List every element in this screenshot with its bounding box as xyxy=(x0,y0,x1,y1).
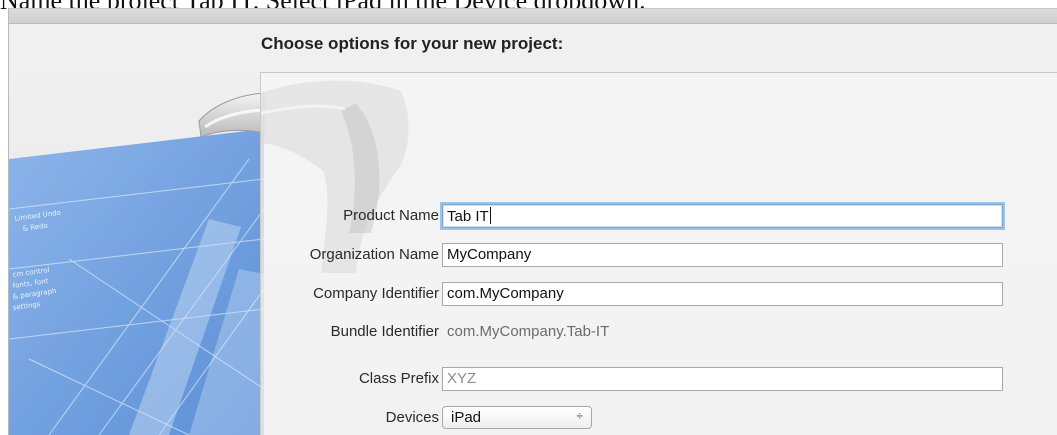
company-identifier-label: Company Identifier xyxy=(313,285,439,302)
product-name-value: Tab IT xyxy=(447,208,489,225)
bundle-identifier-label: Bundle Identifier xyxy=(330,323,439,340)
bundle-identifier-value: com.MyCompany.Tab-IT xyxy=(447,323,610,340)
product-name-label: Product Name xyxy=(343,207,439,224)
xcode-blueprint-hammer-icon: Limited Undo & Redo cm control fonts, fo… xyxy=(9,92,265,435)
company-identifier-row: Company Identifier com.MyCompany xyxy=(261,282,1057,308)
organization-name-row: Organization Name MyCompany xyxy=(261,243,1057,269)
product-name-field[interactable]: Tab IT xyxy=(442,204,1003,228)
new-project-dialog: Limited Undo & Redo cm control fonts, fo… xyxy=(8,8,1057,435)
organization-name-label: Organization Name xyxy=(309,246,439,263)
text-caret xyxy=(489,207,491,224)
project-options-panel: Product Name Tab IT Organization Name My… xyxy=(260,72,1057,435)
product-name-row: Product Name Tab IT xyxy=(261,204,1057,230)
devices-label: Devices xyxy=(385,409,439,426)
class-prefix-row: Class Prefix XYZ xyxy=(261,367,1057,393)
devices-row: Devices iPad ÷ xyxy=(261,406,1057,432)
dialog-heading: Choose options for your new project: xyxy=(261,34,564,53)
devices-dropdown[interactable]: iPad ÷ xyxy=(442,406,592,429)
organization-name-field[interactable]: MyCompany xyxy=(442,243,1003,267)
class-prefix-label: Class Prefix xyxy=(358,370,439,387)
bundle-identifier-row: Bundle Identifier com.MyCompany.Tab-IT xyxy=(261,320,1057,346)
devices-selected-value: iPad xyxy=(451,409,482,426)
class-prefix-field[interactable]: XYZ xyxy=(442,367,1003,391)
company-identifier-field[interactable]: com.MyCompany xyxy=(442,282,1003,306)
select-arrows-icon: ÷ xyxy=(576,409,583,423)
